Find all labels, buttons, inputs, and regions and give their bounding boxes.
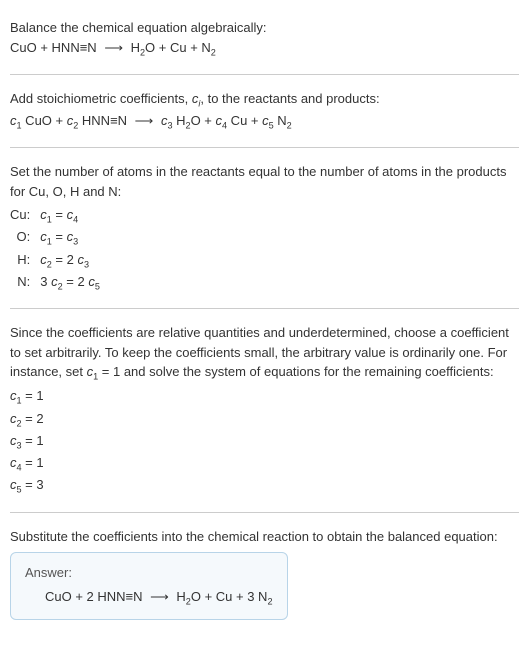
coeff-value: c5 = 3 xyxy=(10,475,519,497)
coefficient-values: c1 = 1 c2 = 2 c3 = 1 c4 = 1 c5 = 3 xyxy=(10,386,519,497)
coeff-intro: Add stoichiometric coefficients, ci, to … xyxy=(10,89,519,111)
answer-label: Answer: xyxy=(25,563,273,583)
balance-table: Cu: c1 = c4 O: c1 = c3 H: c2 = 2 c3 N: 3… xyxy=(10,205,100,294)
divider xyxy=(10,147,519,148)
eq-right-part: H2O + Cu + N2 xyxy=(131,40,216,55)
unbalanced-equation: CuO + HNN≡N ⟶ H2O + Cu + N2 xyxy=(10,38,519,60)
element-equation: c1 = c4 xyxy=(40,205,100,227)
intro-text: Balance the chemical equation algebraica… xyxy=(10,18,519,38)
arrow-icon: ⟶ xyxy=(131,113,158,128)
arrow-icon: ⟶ xyxy=(146,589,173,604)
element-label: O: xyxy=(10,227,40,249)
solve-intro: Since the coefficients are relative quan… xyxy=(10,323,519,384)
element-label: H: xyxy=(10,250,40,272)
table-row: H: c2 = 2 c3 xyxy=(10,250,100,272)
section-solve: Since the coefficients are relative quan… xyxy=(10,315,519,505)
coeff-equation: c1 CuO + c2 HNN≡N ⟶ c3 H2O + c4 Cu + c5 … xyxy=(10,111,519,133)
balanced-equation: CuO + 2 HNN≡N ⟶ H2O + Cu + 3 N2 xyxy=(25,587,273,609)
coeff-value: c1 = 1 xyxy=(10,386,519,408)
element-equation: 3 c2 = 2 c5 xyxy=(40,272,100,294)
divider xyxy=(10,308,519,309)
divider xyxy=(10,512,519,513)
section-coefficients: Add stoichiometric coefficients, ci, to … xyxy=(10,81,519,141)
section-atom-balance: Set the number of atoms in the reactants… xyxy=(10,154,519,302)
element-equation: c2 = 2 c3 xyxy=(40,250,100,272)
element-equation: c1 = c3 xyxy=(40,227,100,249)
divider xyxy=(10,74,519,75)
coeff-value: c2 = 2 xyxy=(10,409,519,431)
answer-intro: Substitute the coefficients into the che… xyxy=(10,527,519,547)
table-row: O: c1 = c3 xyxy=(10,227,100,249)
table-row: Cu: c1 = c4 xyxy=(10,205,100,227)
coeff-value: c4 = 1 xyxy=(10,453,519,475)
eq-left: CuO + HNN≡N xyxy=(10,40,97,55)
balance-intro: Set the number of atoms in the reactants… xyxy=(10,162,519,201)
answer-box: Answer: CuO + 2 HNN≡N ⟶ H2O + Cu + 3 N2 xyxy=(10,552,288,620)
table-row: N: 3 c2 = 2 c5 xyxy=(10,272,100,294)
section-answer: Substitute the coefficients into the che… xyxy=(10,519,519,628)
arrow-icon: ⟶ xyxy=(100,40,127,55)
element-label: Cu: xyxy=(10,205,40,227)
element-label: N: xyxy=(10,272,40,294)
section-intro: Balance the chemical equation algebraica… xyxy=(10,10,519,68)
coeff-value: c3 = 1 xyxy=(10,431,519,453)
